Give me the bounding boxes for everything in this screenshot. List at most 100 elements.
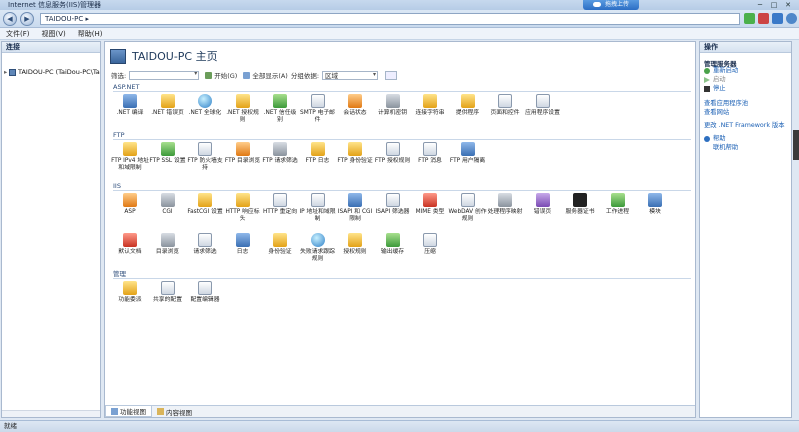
section-header[interactable]: 管理 — [113, 270, 691, 279]
feature-item[interactable]: FTP 日志 — [299, 142, 337, 178]
feature-item[interactable]: 处理程序映射 — [486, 193, 524, 229]
feature-item[interactable]: MIME 类型 — [411, 193, 449, 229]
link-label[interactable]: 查看应用程序池 — [704, 100, 748, 108]
feature-item[interactable]: 压缩 — [411, 233, 449, 269]
menu-help[interactable]: 帮助(H) — [72, 28, 109, 39]
back-button[interactable]: ◀ — [3, 12, 17, 26]
close-button[interactable]: ✕ — [781, 0, 795, 10]
feature-item[interactable]: FTP 防火墙支持 — [186, 142, 224, 178]
feature-item[interactable]: FTP 用户隔离 — [449, 142, 487, 178]
maximize-button[interactable]: □ — [767, 0, 781, 10]
minimize-button[interactable]: ─ — [753, 0, 767, 10]
link-label[interactable]: 更改 .NET Framework 版本 — [704, 122, 785, 130]
action-label[interactable]: 重新启动 — [713, 67, 738, 75]
feature-item[interactable]: HTTP 响应标头 — [224, 193, 262, 229]
menu-file[interactable]: 文件(F) — [0, 28, 36, 39]
section-header[interactable]: FTP — [113, 131, 691, 140]
tab-content-view[interactable]: 内容视图 — [152, 406, 197, 417]
feature-label: FastCGI 设置 — [187, 209, 223, 215]
feature-item[interactable]: 连接字符串 — [411, 94, 449, 130]
action-online-help[interactable]: 联机帮助 — [704, 144, 738, 152]
feature-item[interactable]: FTP 请求筛选 — [261, 142, 299, 178]
tab-features-view[interactable]: 功能视图 — [105, 406, 152, 417]
server-icon[interactable] — [772, 13, 783, 24]
group-by-select[interactable]: 区域 — [322, 70, 379, 80]
feature-item[interactable]: .NET 编译 — [111, 94, 149, 130]
feature-item[interactable]: .NET 错误页 — [149, 94, 187, 130]
feature-item[interactable]: 共享的配置 — [149, 281, 187, 317]
tree-item-server[interactable]: ▸ TAIDOU-PC (TaiDou-PC\Ta — [4, 68, 100, 77]
action-label[interactable]: 停止 — [713, 85, 726, 93]
feature-item[interactable]: .NET 全球化 — [186, 94, 224, 130]
link-app-pools[interactable]: 查看应用程序池 — [704, 100, 748, 108]
feature-item[interactable]: FTP 目录浏览 — [224, 142, 262, 178]
refresh-icon[interactable] — [744, 13, 755, 24]
feature-item[interactable]: FTP 身份验证 — [336, 142, 374, 178]
feature-item[interactable]: 工作进程 — [599, 193, 637, 229]
feature-item[interactable]: 错误页 — [524, 193, 562, 229]
forward-button[interactable]: ▶ — [20, 12, 34, 26]
filter-input[interactable] — [129, 70, 200, 80]
breadcrumb[interactable]: TAIDOU-PC ▸ — [45, 14, 89, 25]
stop-icon[interactable] — [758, 13, 769, 24]
upload-button[interactable]: 拖拽上传 — [583, 0, 639, 10]
address-field[interactable]: TAIDOU-PC ▸ — [40, 13, 740, 25]
link-change-framework[interactable]: 更改 .NET Framework 版本 — [704, 122, 785, 130]
feature-item[interactable]: ISAPI 筛选器 — [374, 193, 412, 229]
action-help[interactable]: 帮助 — [704, 135, 726, 143]
menu-view[interactable]: 视图(V) — [36, 28, 72, 39]
link-sites[interactable]: 查看网站 — [704, 109, 729, 117]
feature-item[interactable]: 配置编辑器 — [186, 281, 224, 317]
feature-item[interactable]: SMTP 电子邮件 — [299, 94, 337, 130]
feature-item[interactable]: .NET 信任级别 — [261, 94, 299, 130]
link-label[interactable]: 查看网站 — [704, 109, 729, 117]
feature-item[interactable]: 授权规则 — [336, 233, 374, 269]
feature-item[interactable]: 模块 — [636, 193, 674, 229]
feature-icon — [160, 281, 175, 295]
feature-item[interactable]: 页面和控件 — [486, 94, 524, 130]
feature-item[interactable]: IP 地址和域限制 — [299, 193, 337, 229]
horizontal-scrollbar[interactable] — [2, 410, 100, 417]
feature-item[interactable]: FTP 授权规则 — [374, 142, 412, 178]
tree-item-label: TAIDOU-PC (TaiDou-PC\Ta — [18, 68, 100, 76]
feature-item[interactable]: .NET 授权规则 — [224, 94, 262, 130]
feature-icon — [273, 193, 287, 207]
feature-item[interactable]: 失败请求跟踪规则 — [299, 233, 337, 269]
show-all-button[interactable]: 全部显示(A) — [243, 70, 288, 80]
feature-item[interactable]: 服务器证书 — [561, 193, 599, 229]
section-header[interactable]: ASP.NET — [113, 83, 691, 92]
feature-item[interactable]: 提供程序 — [449, 94, 487, 130]
feature-icon — [460, 94, 475, 108]
feature-item[interactable]: HTTP 重定向 — [261, 193, 299, 229]
feature-item[interactable]: 身份验证 — [261, 233, 299, 269]
feature-item[interactable]: CGI — [149, 193, 187, 229]
feature-item[interactable]: 日志 — [224, 233, 262, 269]
feature-item[interactable]: FTP 消息 — [411, 142, 449, 178]
side-grip[interactable] — [793, 130, 799, 160]
feature-item[interactable]: 请求筛选 — [186, 233, 224, 269]
action-restart[interactable]: 重新启动 — [704, 67, 738, 75]
feature-item[interactable]: 目录浏览 — [149, 233, 187, 269]
feature-label: 请求筛选 — [193, 249, 217, 255]
feature-icon — [273, 94, 287, 108]
feature-item[interactable]: WebDAV 创作规则 — [449, 193, 487, 229]
feature-item[interactable]: ISAPI 和 CGI 限制 — [336, 193, 374, 229]
feature-item[interactable]: 功能委派 — [111, 281, 149, 317]
start-button[interactable]: 开始(G) — [205, 70, 237, 80]
feature-item[interactable]: 会话状态 — [336, 94, 374, 130]
feature-item[interactable]: ASP — [111, 193, 149, 229]
feature-item[interactable]: FTP IPv4 地址和域限制 — [111, 142, 149, 178]
action-stop[interactable]: 停止 — [704, 85, 726, 93]
feature-item[interactable]: 应用程序设置 — [524, 94, 562, 130]
feature-item[interactable]: 默认文档 — [111, 233, 149, 269]
section-header[interactable]: IIS — [113, 182, 691, 191]
help-icon[interactable] — [786, 13, 797, 24]
feature-item[interactable]: FastCGI 设置 — [186, 193, 224, 229]
feature-item[interactable]: FTP SSL 设置 — [149, 142, 187, 178]
view-mode-button[interactable] — [385, 70, 398, 80]
action-label[interactable]: 联机帮助 — [713, 144, 738, 152]
back-arrow-icon: ◀ — [7, 15, 13, 23]
action-label[interactable]: 帮助 — [713, 135, 726, 143]
feature-item[interactable]: 计算机密钥 — [374, 94, 412, 130]
feature-item[interactable]: 输出缓存 — [374, 233, 412, 269]
